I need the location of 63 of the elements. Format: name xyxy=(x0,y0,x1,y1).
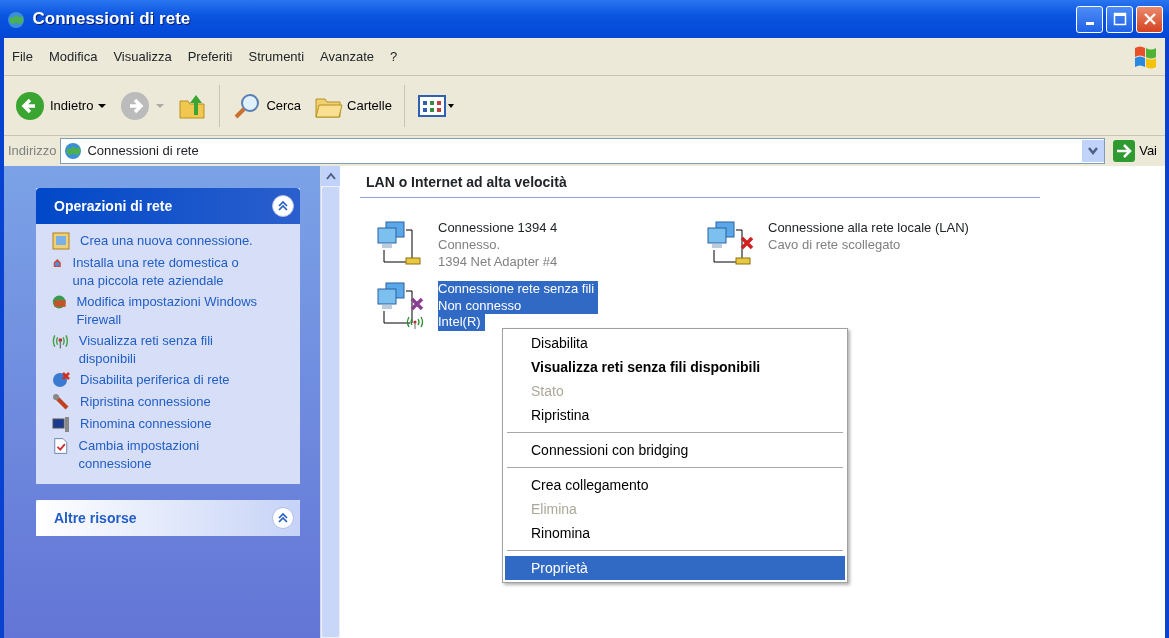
menu-item[interactable]: Modifica xyxy=(40,46,106,67)
connection-status: Connesso. xyxy=(438,236,502,254)
collapse-button[interactable] xyxy=(272,195,294,217)
close-button[interactable] xyxy=(1136,5,1163,33)
close-icon xyxy=(1142,12,1157,26)
task-link[interactable]: Modifica impostazioni Windows Firewall xyxy=(76,293,260,329)
menu-item[interactable]: Proprietà xyxy=(505,556,845,580)
collapse-chevron-icon xyxy=(278,513,288,524)
panel-title: Operazioni di rete xyxy=(54,196,173,216)
connection-name[interactable]: Connessione alla rete locale (LAN) xyxy=(768,220,973,237)
task-link[interactable]: Visualizza reti senza fili disponibili xyxy=(78,332,260,368)
task-link[interactable]: Rinomina connessione xyxy=(80,415,212,433)
connection-device: 1394 Net Adapter #4 xyxy=(438,253,559,271)
menu-item[interactable]: Ripristina xyxy=(505,403,845,427)
disable-icon xyxy=(52,371,70,390)
back-button[interactable]: Indietro xyxy=(10,87,112,124)
menu-item[interactable]: ? xyxy=(382,46,406,67)
address-label: Indirizzo xyxy=(8,142,57,161)
search-button[interactable]: Cerca xyxy=(228,88,306,123)
connection-status: Cavo di rete scollegato xyxy=(768,236,902,254)
menu-item[interactable]: Connessioni con bridging xyxy=(505,438,845,462)
menu-item[interactable]: Visualizza xyxy=(105,46,180,67)
wireless-icon xyxy=(52,332,69,351)
dropdown-caret-icon xyxy=(155,101,166,110)
dropdown-caret-icon xyxy=(97,101,108,110)
maximize-icon xyxy=(1112,12,1127,26)
menu-item[interactable]: File xyxy=(4,46,41,67)
collapse-button[interactable] xyxy=(272,507,294,530)
scrollbar[interactable] xyxy=(320,166,340,638)
task-link[interactable]: Installa una rete domestica o una piccola rete aziendale xyxy=(72,254,260,290)
go-button[interactable]: Vai xyxy=(1109,140,1161,162)
task-link[interactable]: Cambia impostazioni connessione xyxy=(78,437,260,473)
menu-item[interactable]: Visualizza reti senza fili disponibili xyxy=(505,355,845,379)
menu-item[interactable]: Avanzate xyxy=(312,46,383,67)
address-value: Connessioni di rete xyxy=(87,142,199,161)
minimize-button[interactable] xyxy=(1076,5,1103,33)
settings-icon xyxy=(52,437,69,456)
connection-name[interactable]: Connessione 1394 4 xyxy=(438,220,562,237)
network-globe-icon xyxy=(63,141,84,161)
rename-icon xyxy=(52,415,70,434)
new-connection-icon xyxy=(52,232,70,250)
dropdown-icon xyxy=(1087,146,1100,156)
maximize-button[interactable] xyxy=(1106,5,1133,33)
group-header: LAN o Internet ad alta velocità xyxy=(360,170,1040,198)
scroll-up-icon xyxy=(325,172,336,180)
menu-item[interactable]: Disabilita xyxy=(505,331,845,355)
connection-device: Intel(R) xyxy=(438,314,485,332)
minimize-icon xyxy=(1085,22,1094,25)
repair-icon xyxy=(52,393,70,412)
menu-item[interactable]: Preferiti xyxy=(179,46,241,67)
window-title: Connessioni di rete xyxy=(32,8,191,31)
folders-button[interactable]: Cartelle xyxy=(309,88,396,123)
panel-title: Altre risorse xyxy=(54,508,137,528)
task-link[interactable]: Crea una nuova connessione. xyxy=(80,232,253,250)
collapse-chevron-icon xyxy=(278,201,288,211)
task-link[interactable]: Disabilita periferica di rete xyxy=(80,371,230,389)
task-link[interactable]: Ripristina connessione xyxy=(80,393,211,411)
menu-item[interactable]: Strumenti xyxy=(240,46,313,67)
menu-item[interactable]: Rinomina xyxy=(505,521,845,545)
address-field[interactable]: Connessioni di rete xyxy=(60,138,1106,164)
connection-name[interactable]: Connessione rete senza fili xyxy=(438,280,599,298)
menu-item[interactable]: Crea collegamento xyxy=(505,473,845,497)
globe-icon xyxy=(6,9,26,30)
